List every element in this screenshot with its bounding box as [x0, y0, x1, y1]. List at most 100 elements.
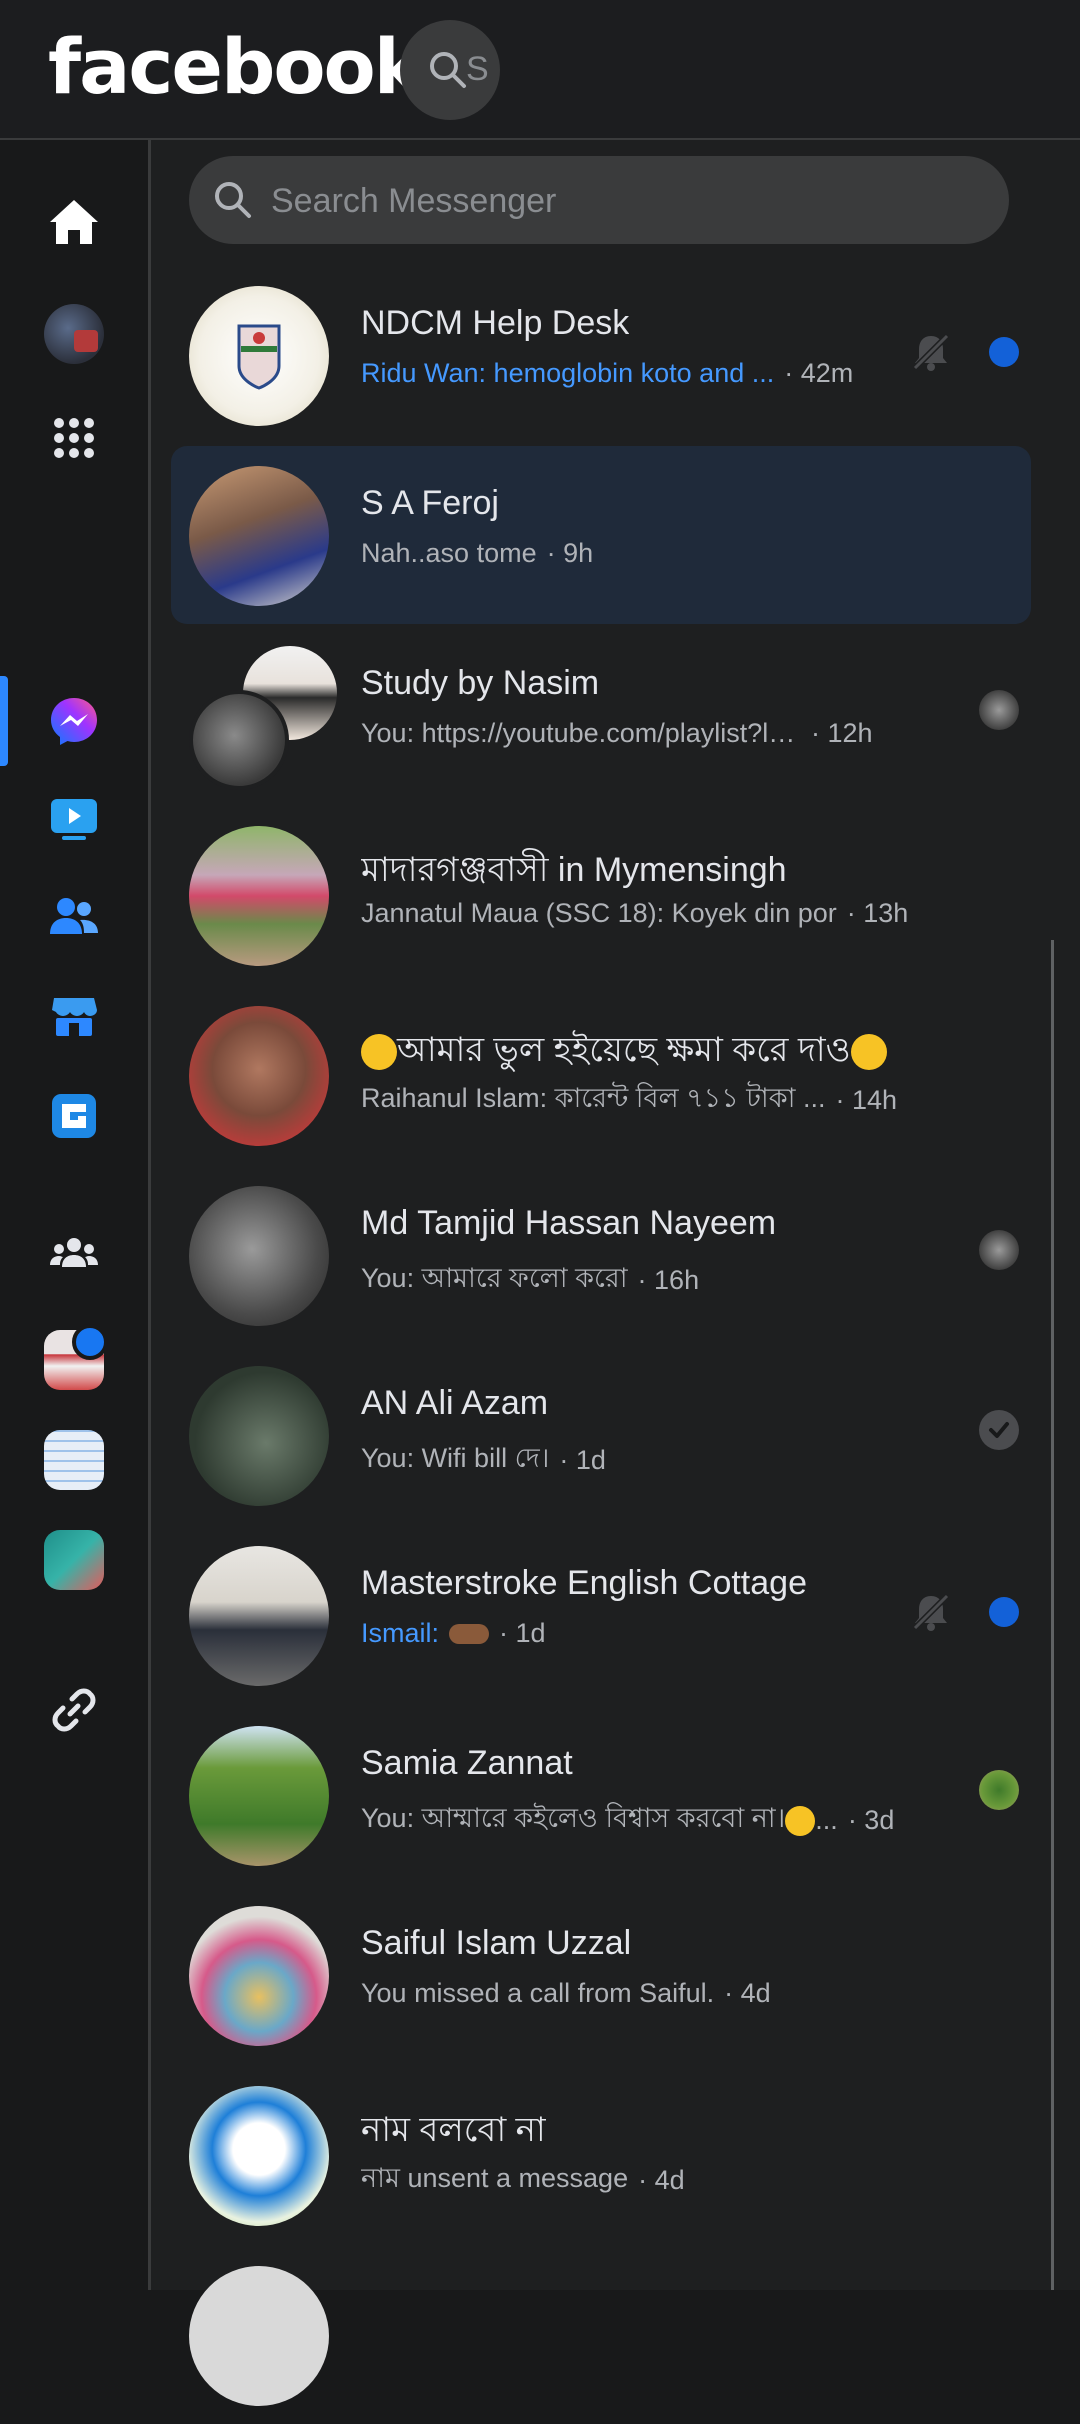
chat-row[interactable]: S A Feroj Nah..aso tome · 9h: [171, 446, 1031, 624]
message-ellipsis: ...: [815, 1805, 838, 1835]
avatar: [189, 1366, 329, 1506]
search-input[interactable]: [269, 156, 973, 246]
shortcut-thumbnail: [44, 1430, 104, 1490]
link-icon: [52, 1688, 96, 1732]
chat-preview: Raihanul Islam: কারেন্ট বিল ৭১১ টাকা ...…: [361, 1078, 897, 1123]
facebook-logo[interactable]: facebook: [48, 22, 424, 111]
sidebar-item-groups[interactable]: [38, 1217, 110, 1289]
sidebar-item-home[interactable]: [38, 186, 110, 258]
chat-status: [979, 690, 1019, 730]
scrollbar[interactable]: [1051, 940, 1054, 2290]
chat-row[interactable]: Saiful Islam Uzzal You missed a call fro…: [171, 1886, 1031, 2064]
chat-row[interactable]: AN Ali Azam You: Wifi bill দে। · 1d: [171, 1346, 1031, 1524]
sidebar-item-menu[interactable]: [38, 402, 110, 474]
group-member-photo: [189, 690, 289, 790]
message-time: · 4d: [638, 2165, 685, 2195]
sidebar-item-profile[interactable]: [38, 298, 110, 370]
chat-row[interactable]: আমার ভুল হইয়েছে ক্ষমা করে দাও Raihanul …: [171, 986, 1031, 1164]
left-sidebar: [0, 140, 151, 2290]
message-time: · 3d: [847, 1805, 895, 1835]
grid-menu-icon: [54, 418, 94, 458]
group-avatar: [189, 646, 337, 790]
avatar: [189, 826, 329, 966]
chat-row[interactable]: Md Tamjid Hassan Nayeem You: আমারে ফলো ক…: [171, 1166, 1031, 1344]
chat-row[interactable]: [171, 2246, 1031, 2424]
seen-avatar: [979, 1230, 1019, 1270]
chat-status: [979, 1410, 1019, 1450]
grin-emoji-icon: [361, 1034, 397, 1071]
chat-preview: নাম unsent a message · 4d: [361, 2158, 685, 2203]
avatar: [189, 2086, 329, 2226]
message-snippet: নাম unsent a message: [361, 2163, 629, 2193]
sidebar-item-marketplace[interactable]: [38, 980, 110, 1052]
friends-icon: [50, 898, 98, 934]
shortcut-thumbnail: [44, 1530, 104, 1590]
message-time: · 1d: [559, 1445, 606, 1475]
sidebar-item-friends[interactable]: [38, 882, 110, 954]
chat-status: [979, 1230, 1019, 1270]
chat-preview: You missed a call from Saiful. · 4d: [361, 1978, 771, 2009]
sidebar-item-messenger[interactable]: [38, 685, 110, 757]
chat-preview: You: আমারে ফলো করো · 16h: [361, 1258, 699, 1303]
chat-row[interactable]: Study by Nasim You: https://youtube.com/…: [171, 626, 1031, 804]
avatar: [189, 1906, 329, 2046]
chat-row[interactable]: Masterstroke English Cottage Ismail: · 1…: [171, 1526, 1031, 1704]
chat-preview: You: Wifi bill দে। · 1d: [361, 1438, 606, 1483]
search-icon: [215, 182, 251, 218]
delivered-check-icon: [979, 1410, 1019, 1450]
grin-emoji-icon: [850, 1034, 887, 1071]
avatar: [189, 2266, 329, 2406]
chat-preview: Jannatul Maua (SSC 18): Koyek din por · …: [361, 898, 908, 929]
chat-status: [979, 1770, 1019, 1810]
message-snippet: You: আম্মারে কইলেও বিশ্বাস করবো না।: [361, 1803, 786, 1833]
sidebar-item-gaming[interactable]: [38, 1080, 110, 1152]
sidebar-item-shortcut-1[interactable]: [38, 1324, 110, 1396]
chat-status: [909, 1590, 1019, 1634]
pointing-hand-emoji-icon: [449, 1623, 490, 1644]
message-time: · 16h: [637, 1265, 700, 1295]
chat-name: S A Feroj: [361, 484, 499, 522]
unread-dot: [989, 337, 1019, 367]
sidebar-item-shortcut-3[interactable]: [38, 1524, 110, 1596]
laughing-emoji-icon: [785, 1805, 816, 1836]
chat-name: AN Ali Azam: [361, 1384, 549, 1422]
message-time: · 4d: [724, 1978, 771, 2008]
search-button[interactable]: S: [400, 20, 500, 120]
seen-avatar: [979, 1770, 1019, 1810]
avatar: [189, 286, 329, 426]
search-messenger-bar[interactable]: [189, 156, 1009, 246]
sidebar-item-link[interactable]: [38, 1674, 110, 1746]
muted-bell-icon: [909, 330, 953, 374]
sidebar-item-watch[interactable]: [38, 782, 110, 854]
avatar: [189, 466, 329, 606]
chat-name: মাদারগঞ্জবাসী in Mymensingh: [361, 851, 787, 889]
message-time: · 9h: [546, 538, 594, 568]
avatar: [189, 1006, 329, 1146]
chat-name: Samia Zannat: [361, 1744, 573, 1782]
message-snippet: You: Wifi bill দে।: [361, 1443, 550, 1473]
message-snippet: Raihanul Islam: কারেন্ট বিল ৭১১ টাকা ...: [361, 1083, 826, 1113]
gaming-icon: [52, 1094, 96, 1138]
chat-preview: Ismail: · 1d: [361, 1618, 546, 1649]
chat-name: নাম বলবো না: [361, 2111, 546, 2149]
notification-dot: [72, 1324, 108, 1360]
chat-row[interactable]: নাম বলবো না নাম unsent a message · 4d: [171, 2066, 1031, 2244]
chat-row[interactable]: Samia Zannat You: আম্মারে কইলেও বিশ্বাস …: [171, 1706, 1031, 1884]
chat-name: Saiful Islam Uzzal: [361, 1924, 632, 1962]
message-snippet: You: https://youtube.com/playlist?list..…: [361, 718, 801, 748]
top-bar: facebook S: [0, 0, 1080, 140]
message-time: · 1d: [499, 1618, 546, 1648]
search-button-glyph: S: [466, 50, 489, 88]
seen-avatar: [979, 690, 1019, 730]
sidebar-item-shortcut-2[interactable]: [38, 1424, 110, 1496]
message-snippet: Ridu Wan: hemoglobin koto and ...: [361, 358, 775, 388]
messenger-icon: [51, 698, 97, 745]
avatar: [189, 1726, 329, 1866]
profile-avatar: [44, 304, 104, 364]
chat-row[interactable]: মাদারগঞ্জবাসী in Mymensingh Jannatul Mau…: [171, 806, 1031, 984]
message-snippet: Nah..aso tome: [361, 538, 537, 568]
chat-row[interactable]: NDCM Help Desk Ridu Wan: hemoglobin koto…: [171, 266, 1031, 444]
search-icon: [430, 52, 466, 88]
chat-name: NDCM Help Desk: [361, 304, 630, 342]
home-icon: [50, 200, 98, 244]
